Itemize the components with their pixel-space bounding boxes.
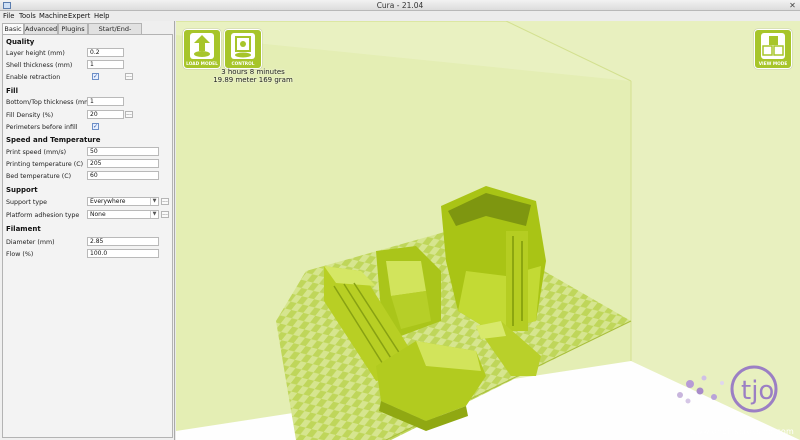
- support-type-value: Everywhere: [90, 198, 126, 205]
- close-icon[interactable]: ✕: [788, 1, 797, 10]
- enable-retraction-label: Enable retraction: [6, 74, 61, 81]
- tjo-logo: tjo: [677, 365, 778, 413]
- adhesion-type-select[interactable]: None ▼: [87, 210, 159, 219]
- adhesion-type-value: None: [90, 211, 106, 218]
- retraction-settings-button[interactable]: ...: [125, 73, 133, 80]
- support-type-label: Support type: [6, 199, 47, 206]
- control-label: CONTROL: [231, 62, 255, 67]
- print-temp-input[interactable]: 205: [87, 159, 159, 168]
- print-speed-input[interactable]: 50: [87, 147, 159, 156]
- tab-start-end-gcode[interactable]: Start/End-GCode: [88, 23, 142, 43]
- 3d-viewport[interactable]: LOAD MODEL CONTROL VIEW MODE 3 hours 8 m…: [176, 21, 800, 440]
- chevron-down-icon: ▼: [150, 198, 158, 205]
- view-mode-button[interactable]: VIEW MODE: [754, 29, 792, 69]
- enable-retraction-checkbox[interactable]: ✓: [92, 73, 99, 80]
- support-type-select[interactable]: Everywhere ▼: [87, 197, 159, 206]
- adhesion-settings-button[interactable]: ...: [161, 211, 169, 218]
- control-button[interactable]: CONTROL: [224, 29, 262, 69]
- diameter-label: Diameter (mm): [6, 239, 55, 246]
- section-fill: Fill: [6, 87, 18, 95]
- watermark-text: www.oneillscrossing.com: [689, 427, 794, 436]
- section-speed-temperature: Speed and Temperature: [6, 136, 101, 144]
- bottom-top-label: Bottom/Top thickness (mm): [6, 99, 93, 106]
- chevron-down-icon: ▼: [150, 211, 158, 218]
- control-icon: [231, 33, 255, 59]
- basic-settings: Quality Layer height (mm) 0.2 Shell thic…: [2, 34, 173, 438]
- bed-temp-input[interactable]: 60: [87, 171, 159, 180]
- perimeters-label: Perimeters before infill: [6, 124, 78, 131]
- shell-thickness-input[interactable]: 1: [87, 60, 124, 69]
- shell-thickness-label: Shell thickness (mm): [6, 62, 73, 69]
- menu-expert[interactable]: Expert: [68, 12, 90, 20]
- print-material: 19.89 meter 169 gram: [213, 76, 293, 84]
- menu-machine[interactable]: Machine: [39, 12, 67, 20]
- section-support: Support: [6, 186, 38, 194]
- adhesion-type-label: Platform adhesion type: [6, 212, 80, 219]
- tab-advanced[interactable]: Advanced: [24, 23, 58, 34]
- print-temp-label: Printing temperature (C): [6, 161, 84, 168]
- bed-temp-label: Bed temperature (C): [6, 173, 72, 180]
- section-quality: Quality: [6, 38, 35, 46]
- menu-file[interactable]: File: [3, 12, 14, 20]
- window-title: Cura - 21.04: [376, 1, 424, 10]
- tab-plugins[interactable]: Plugins: [58, 23, 88, 34]
- fill-density-input[interactable]: 20: [87, 110, 124, 119]
- bottom-top-input[interactable]: 1: [87, 97, 124, 106]
- logo-text: tjo: [741, 376, 774, 406]
- layer-height-label: Layer height (mm): [6, 50, 65, 57]
- support-settings-button[interactable]: ...: [161, 198, 169, 205]
- menu-help[interactable]: Help: [94, 12, 110, 20]
- load-model-button[interactable]: LOAD MODEL: [183, 29, 221, 69]
- cura-window: Cura - 21.04 ✕ File Tools Machine Expert…: [0, 0, 800, 440]
- perimeters-checkbox[interactable]: ✓: [92, 123, 99, 130]
- print-time: 3 hours 8 minutes: [221, 68, 285, 76]
- view-mode-label: VIEW MODE: [758, 62, 788, 67]
- print-info: 3 hours 8 minutes 19.89 meter 169 gram: [198, 68, 308, 84]
- layer-height-input[interactable]: 0.2: [87, 48, 124, 57]
- print-speed-label: Print speed (mm/s): [6, 149, 67, 156]
- diameter-input[interactable]: 2.85: [87, 237, 159, 246]
- flow-input[interactable]: 100.0: [87, 249, 159, 258]
- load-model-label: LOAD MODEL: [186, 62, 218, 67]
- flow-label: Flow (%): [6, 251, 34, 258]
- title-bar: Cura - 21.04 ✕: [0, 0, 800, 11]
- view-mode-icon: [761, 33, 785, 59]
- menu-bar: File Tools Machine Expert Help: [0, 11, 800, 21]
- load-model-icon: [190, 33, 214, 59]
- settings-panel: Basic Advanced Plugins Start/End-GCode Q…: [0, 21, 175, 440]
- section-filament: Filament: [6, 225, 41, 233]
- fill-settings-button[interactable]: ...: [125, 111, 133, 118]
- fill-density-label: Fill Density (%): [6, 112, 54, 119]
- menu-tools[interactable]: Tools: [19, 12, 36, 20]
